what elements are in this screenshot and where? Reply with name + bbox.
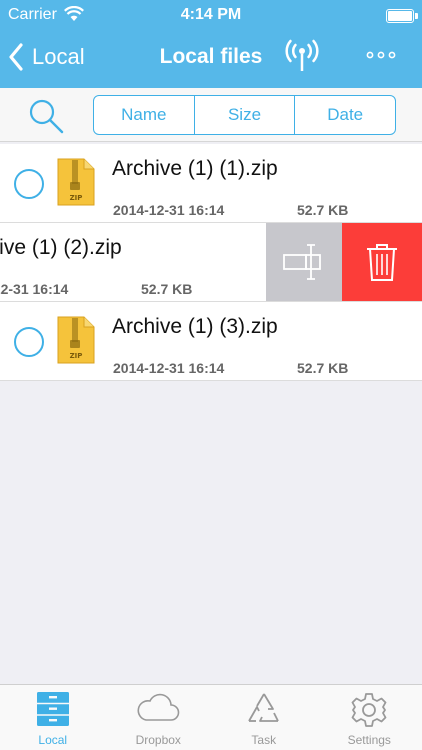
search-icon[interactable] — [26, 96, 66, 136]
tab-task[interactable]: Task — [211, 685, 317, 750]
back-label: Local — [32, 44, 85, 69]
delete-button[interactable] — [342, 223, 422, 301]
file-row[interactable]: ZIP Archive (1) (2).zip 2014-12-31 16:14… — [0, 223, 422, 302]
file-date: 2014-12-31 16:14 — [0, 281, 69, 297]
sort-by-name-button[interactable]: Name — [94, 96, 194, 134]
cabinet-icon — [36, 692, 69, 726]
sort-by-size-button[interactable]: Size — [193, 96, 295, 134]
file-size: 52.7 KB — [297, 202, 349, 218]
status-bar: Carrier 4:14 PM — [0, 0, 422, 30]
file-name: Archive (1) (3).zip — [112, 315, 278, 338]
back-button[interactable]: Local — [8, 42, 85, 72]
chevron-left-icon — [9, 43, 23, 71]
zip-file-icon: ZIP — [57, 316, 95, 364]
more-icon[interactable] — [366, 42, 396, 68]
zip-file-icon: ZIP — [57, 158, 95, 206]
select-radio[interactable] — [14, 327, 44, 357]
sort-toolbar: Name Size Date — [0, 88, 422, 142]
file-size: 52.7 KB — [141, 281, 193, 297]
tab-label: Local — [38, 733, 68, 747]
sort-by-date-button[interactable]: Date — [294, 96, 395, 134]
file-list: ZIP Archive (1) (1).zip 2014-12-31 16:14… — [0, 144, 422, 381]
file-date: 2014-12-31 16:14 — [113, 360, 225, 376]
tab-local[interactable]: Local — [0, 685, 106, 750]
svg-text:ZIP: ZIP — [70, 194, 83, 202]
nav-bar: Local Local files — [0, 30, 422, 88]
cloud-icon — [137, 693, 180, 721]
app-screen: Carrier 4:14 PM Local Local files Name S… — [0, 0, 422, 750]
tab-label: Task — [251, 733, 277, 747]
battery-icon — [386, 9, 418, 23]
trash-icon — [367, 244, 397, 281]
select-radio[interactable] — [14, 169, 44, 199]
file-row[interactable]: ZIP Archive (1) (3).zip 2014-12-31 16:14… — [0, 302, 422, 381]
tab-label: Settings — [347, 733, 391, 747]
file-name: Archive (1) (2).zip — [0, 236, 122, 259]
file-name: Archive (1) (1).zip — [112, 157, 278, 180]
svg-text:ZIP: ZIP — [70, 352, 83, 360]
tab-settings[interactable]: Settings — [317, 685, 422, 750]
sort-segmented-control: Name Size Date — [93, 95, 396, 135]
move-button[interactable] — [264, 223, 342, 301]
file-size: 52.7 KB — [297, 360, 349, 376]
tab-dropbox[interactable]: Dropbox — [106, 685, 212, 750]
tab-bar: Local Dropbox Task Settings — [0, 684, 422, 750]
file-date: 2014-12-31 16:14 — [113, 202, 225, 218]
gear-icon — [351, 693, 387, 727]
status-time: 4:14 PM — [180, 6, 242, 23]
tab-label: Dropbox — [135, 733, 181, 747]
wifi-transfer-icon[interactable] — [284, 38, 320, 74]
file-row[interactable]: ZIP Archive (1) (1).zip 2014-12-31 16:14… — [0, 144, 422, 223]
move-icon — [283, 244, 321, 280]
header: Carrier 4:14 PM Local Local files — [0, 0, 422, 88]
recycle-icon — [247, 693, 279, 722]
